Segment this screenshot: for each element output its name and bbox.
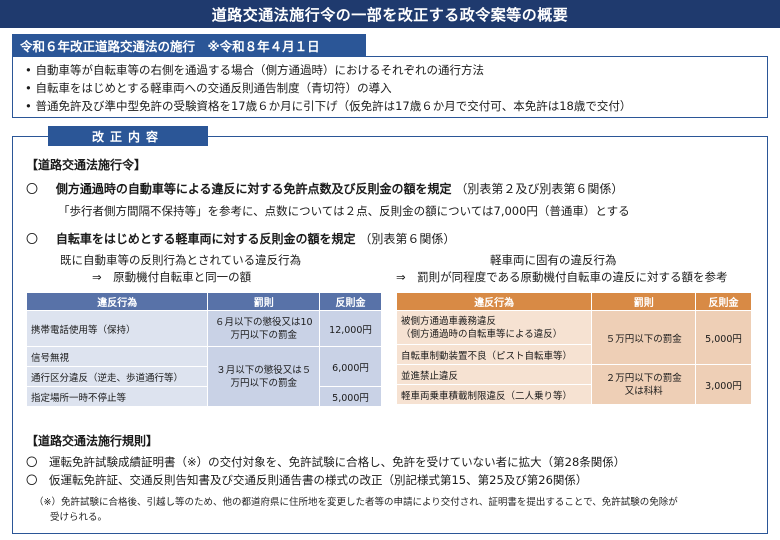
- table-cell: ２万円以下の罰金 又は科料: [591, 364, 697, 405]
- rules-item: 〇 仮運転免許証、交通反則告知書及び交通反則通告書の様式の改正（別記様式第15、…: [26, 473, 588, 487]
- table-header: 罰則: [591, 292, 697, 311]
- table-row: 信号無視 ３月以下の懲役又は５万円以下の罰金 6,000円: [25, 346, 382, 407]
- table-header: 違反行為: [395, 292, 593, 311]
- table-cell: ５万円以下の罰金: [591, 310, 697, 365]
- order-item1-ref: （別表第２及び別表第６関係）: [455, 182, 624, 196]
- section1-box: 自動車等が自転車等の右側を通過する場合（側方通過時）におけるそれぞれの通行方法 …: [12, 56, 768, 118]
- cell-line: 又は科料: [624, 385, 663, 397]
- section1-bullet: 自転車をはじめとする軽車両への交通反則通告制度（青切符）の導入: [25, 79, 767, 97]
- order-item1-title: 側方通過時の自動車等による違反に対する免許点数及び反則金の額を規定: [55, 182, 452, 196]
- left-fine-table: 違反行為 罰則 反則金 携帯電話使用等（保持） ６月以下の懲役又は10万円以下の…: [25, 292, 382, 407]
- table-cell: 12,000円: [319, 310, 382, 347]
- right-caption: 軽車両に固有の違反行為: [490, 253, 617, 267]
- table-cell: 通行区分違反（逆走、歩道通行等）: [25, 366, 209, 387]
- table-cell: ６月以下の懲役又は10万円以下の罰金: [207, 310, 321, 347]
- table-cell: 自転車制動装置不良（ピスト自転車等）: [395, 344, 593, 365]
- right-fine-table: 違反行為 罰則 反則金 被側方通過車義務違反 （側方通過時の自転車等による違反）…: [395, 292, 752, 405]
- cell-line: 被側方通過車義務違反: [401, 315, 497, 327]
- table-cell: ３月以下の懲役又は５万円以下の罰金: [207, 346, 321, 407]
- table-header: 違反行為: [25, 292, 209, 311]
- section1-header: 令和６年改正道路交通法の施行 ※令和８年４月１日: [12, 34, 366, 56]
- table-cell: 指定場所一時不停止等: [25, 386, 209, 407]
- table-cell: 並進禁止違反: [395, 364, 593, 385]
- rules-heading: 【道路交通法施行規則】: [26, 434, 159, 448]
- table-cell: 携帯電話使用等（保持）: [25, 310, 209, 347]
- table-cell: 被側方通過車義務違反 （側方通過時の自転車等による違反）: [395, 310, 593, 345]
- table-row: 携帯電話使用等（保持） ６月以下の懲役又は10万円以下の罰金 12,000円: [25, 310, 382, 347]
- order-item2: 〇 自転車をはじめとする軽車両に対する反則金の額を規定 （別表第６関係）: [26, 230, 455, 247]
- order-item2-title: 自転車をはじめとする軽車両に対する反則金の額を規定: [55, 232, 356, 246]
- table-cell: 信号無視: [25, 346, 209, 367]
- section1-bullet: 自動車等が自転車等の右側を通過する場合（側方通過時）におけるそれぞれの通行方法: [25, 61, 767, 79]
- order-heading: 【道路交通法施行令】: [26, 158, 147, 172]
- circle-mark: 〇: [26, 182, 39, 196]
- table-cell: 軽車両乗車積載制限違反（二人乗り等）: [395, 384, 593, 405]
- table-cell: 3,000円: [695, 364, 752, 405]
- table-header: 罰則: [207, 292, 321, 311]
- footnote: （※）免許試験に合格後、引越し等のため、他の都道府県に住所地を変更した者等の申請…: [34, 497, 678, 508]
- table-row: 被側方通過車義務違反 （側方通過時の自転車等による違反） ５万円以下の罰金 5,…: [395, 310, 752, 365]
- order-item2-ref: （別表第６関係）: [359, 232, 456, 246]
- section2-header: 改正内容: [48, 126, 208, 146]
- right-caption-arrow: ⇒ 罰則が同程度である原動機付自転車の違反に対する額を参考: [396, 270, 728, 284]
- table-cell: 5,000円: [319, 386, 382, 407]
- cell-line: （側方通過時の自転車等による違反）: [401, 328, 563, 340]
- order-item1-detail: 「歩行者側方間隔不保持等」を参考に、点数については２点、反則金の額については7,…: [58, 204, 630, 218]
- left-caption-arrow: ⇒ 原動機付自転車と同一の額: [92, 270, 252, 284]
- circle-mark: 〇: [26, 232, 39, 246]
- footnote: 受けられる。: [50, 512, 108, 523]
- table-row: 指定場所一時不停止等 5,000円: [25, 386, 382, 407]
- page-title: 道路交通法施行令の一部を改正する政令案等の概要: [0, 0, 780, 28]
- table-cell: 6,000円: [319, 346, 382, 387]
- table-cell: 5,000円: [695, 310, 752, 365]
- table-row: 並進禁止違反 ２万円以下の罰金 又は科料 3,000円: [395, 364, 752, 405]
- section1-bullet: 普通免許及び準中型免許の受験資格を17歳６か月に引下げ（仮免許は17歳６か月で交…: [25, 97, 767, 115]
- cell-line: ２万円以下の罰金: [605, 372, 682, 384]
- table-header: 反則金: [319, 292, 382, 311]
- table-header: 反則金: [695, 292, 752, 311]
- order-item1: 〇 側方通過時の自動車等による違反に対する免許点数及び反則金の額を規定 （別表第…: [26, 180, 623, 197]
- left-caption: 既に自動車等の反則行為とされている違反行為: [60, 253, 302, 267]
- rules-item: 〇 運転免許試験成績証明書（※）の交付対象を、免許試験に合格し、免許を受けていな…: [26, 455, 626, 469]
